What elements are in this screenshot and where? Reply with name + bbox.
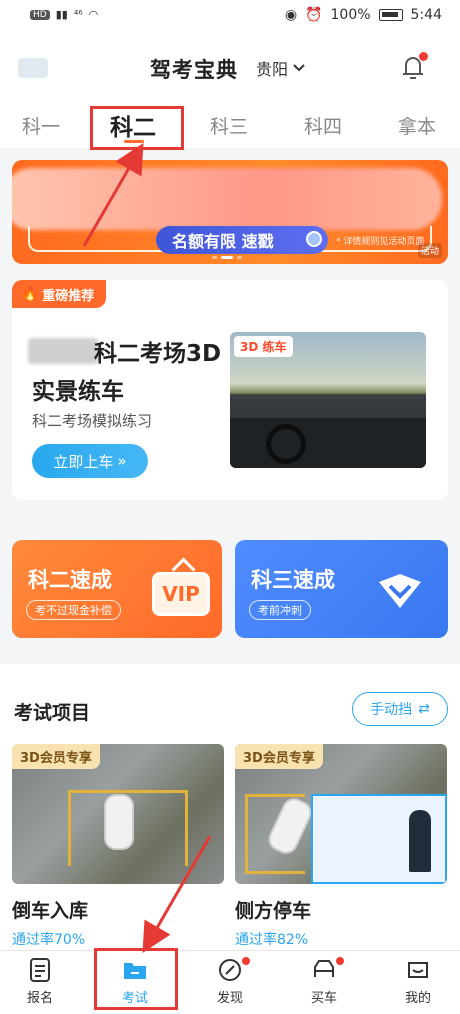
highlight-box-tab — [90, 106, 184, 150]
chevron-down-icon — [293, 64, 305, 72]
reverse-parking-image: 3D会员专享 — [12, 744, 224, 884]
nav-label: 报名 — [26, 991, 53, 1006]
ke-er-quick-card[interactable]: 科二速成 考不过现金补偿 VIP — [12, 540, 222, 638]
city-selector[interactable]: 贵阳 — [256, 56, 306, 80]
clock: 5:44 — [410, 7, 442, 23]
flame-icon: 🔥 — [22, 286, 39, 302]
nav-profile[interactable]: 我的 — [388, 957, 448, 1006]
carousel-dots — [212, 256, 242, 259]
exam-items-section: 考试项目 手动挡 ⇄ 3D会员专享 倒车入库 通过率70% 3D会员专享 侧方停… — [0, 664, 460, 954]
exam-card-name: 侧方停车 — [235, 900, 312, 922]
exam-card-pass-rate: 通过率70% — [12, 932, 86, 948]
document-icon — [30, 958, 50, 982]
logo-icon[interactable] — [18, 58, 48, 78]
blurred-text — [28, 338, 98, 364]
side-parking-image: 3D会员专享 — [235, 744, 447, 884]
nav-register[interactable]: 报名 — [10, 957, 70, 1006]
transmission-switch-button[interactable]: 手动挡 ⇄ — [352, 692, 448, 726]
3d-driving-preview[interactable]: 3D 练车 — [230, 332, 426, 468]
promo-subtitle: 科二考场模拟练习 — [32, 412, 153, 430]
start-driving-button[interactable]: 立即上车 » — [32, 444, 148, 478]
signal-4g-icon: ⁴⁶ — [73, 8, 83, 21]
notification-dot — [419, 52, 428, 61]
app-title: 驾考宝典 — [150, 58, 238, 82]
car-icon — [314, 960, 334, 977]
nav-label: 发现 — [216, 991, 243, 1006]
3d-badge: 3D 练车 — [234, 336, 293, 357]
city-label: 贵阳 — [256, 60, 289, 79]
transmission-switch-label: 手动挡 — [370, 702, 413, 718]
blurred-banner-text — [12, 168, 442, 230]
notification-bell[interactable] — [398, 52, 428, 82]
swap-icon: ⇄ — [418, 701, 430, 717]
notification-dot — [336, 957, 344, 965]
profile-icon — [408, 962, 428, 978]
video-lesson-panel — [311, 794, 447, 884]
shield-heart-icon — [379, 574, 421, 608]
nav-discover[interactable]: 发现 — [200, 957, 260, 1006]
car-icon — [104, 794, 134, 850]
ke-san-quick-card[interactable]: 科三速成 考前冲刺 — [235, 540, 448, 638]
promo-title-line2: 实景练车 — [32, 379, 124, 405]
section-title: 考试项目 — [14, 702, 91, 724]
alarm-icon: ⏰ — [305, 7, 323, 23]
signal-icon: ▮▮ — [55, 8, 68, 21]
highlight-box-nav — [94, 948, 178, 1010]
battery-icon — [378, 9, 403, 21]
steering-wheel — [266, 424, 306, 464]
tab-ke-san[interactable]: 科三 — [210, 112, 248, 139]
exam-card-reverse-parking[interactable]: 3D会员专享 倒车入库 通过率70% — [12, 744, 224, 949]
bottom-navigation: 报名 考试 发现 买车 我的 — [0, 950, 460, 1014]
nav-label: 买车 — [310, 991, 337, 1006]
vip-icon: VIP — [152, 572, 210, 616]
quick-card-subtitle: 考前冲刺 — [249, 600, 311, 620]
quick-card-title: 科三速成 — [251, 568, 335, 592]
nav-buy-car[interactable]: 买车 — [294, 957, 354, 1006]
start-driving-label: 立即上车 — [53, 452, 114, 471]
eye-icon: ◉ — [284, 7, 298, 23]
app-header: 驾考宝典 贵阳 — [0, 34, 460, 98]
tab-ke-si[interactable]: 科四 — [304, 112, 342, 139]
banner-note: * 详情规则见活动页面 — [336, 237, 425, 247]
exam-card-side-parking[interactable]: 3D会员专享 侧方停车 通过率82% — [235, 744, 447, 949]
dashboard — [230, 418, 426, 468]
status-bar: HD ▮▮ ⁴⁶ ◠ ◉ ⏰ 100% 5:44 — [0, 0, 460, 34]
vip-badge: 3D会员专享 — [235, 744, 323, 769]
hot-badge: 🔥 重磅推荐 — [12, 280, 107, 308]
exam-card-pass-rate: 通过率82% — [235, 932, 309, 948]
promo-title-line1: 科二考场3D — [94, 341, 222, 367]
double-chevron-right-icon: » — [117, 452, 127, 470]
pointer-icon — [306, 231, 322, 247]
wifi-icon: ◠ — [88, 8, 99, 21]
banner-tag: 活动 — [417, 243, 442, 258]
battery-percent: 100% — [330, 7, 371, 23]
instructor-figure — [409, 810, 431, 872]
nav-label: 我的 — [404, 991, 431, 1006]
tab-na-ben[interactable]: 拿本 — [398, 112, 436, 139]
tab-ke-yi[interactable]: 科一 — [22, 112, 60, 139]
quick-card-subtitle: 考不过现金补偿 — [26, 600, 121, 620]
quick-card-title: 科二速成 — [28, 568, 112, 592]
notification-dot — [242, 957, 250, 965]
exam-card-name: 倒车入库 — [12, 900, 89, 922]
compass-icon — [219, 959, 241, 981]
hd-indicator: HD — [30, 9, 50, 20]
subject-tabs: 科一 科二 科三 科四 拿本 — [0, 98, 460, 148]
vip-badge: 3D会员专享 — [12, 744, 100, 769]
recommend-card[interactable]: 🔥 重磅推荐 科二考场3D 实景练车 科二考场模拟练习 立即上车 » 3D 练车 — [12, 280, 448, 500]
hot-badge-label: 重磅推荐 — [42, 288, 95, 304]
banner-cta-label: 名额有限 速戳 — [172, 232, 274, 251]
banner-cta[interactable]: 名额有限 速戳 — [156, 226, 328, 254]
promo-banner[interactable]: 名额有限 速戳 * 详情规则见活动页面 活动 — [12, 160, 448, 264]
